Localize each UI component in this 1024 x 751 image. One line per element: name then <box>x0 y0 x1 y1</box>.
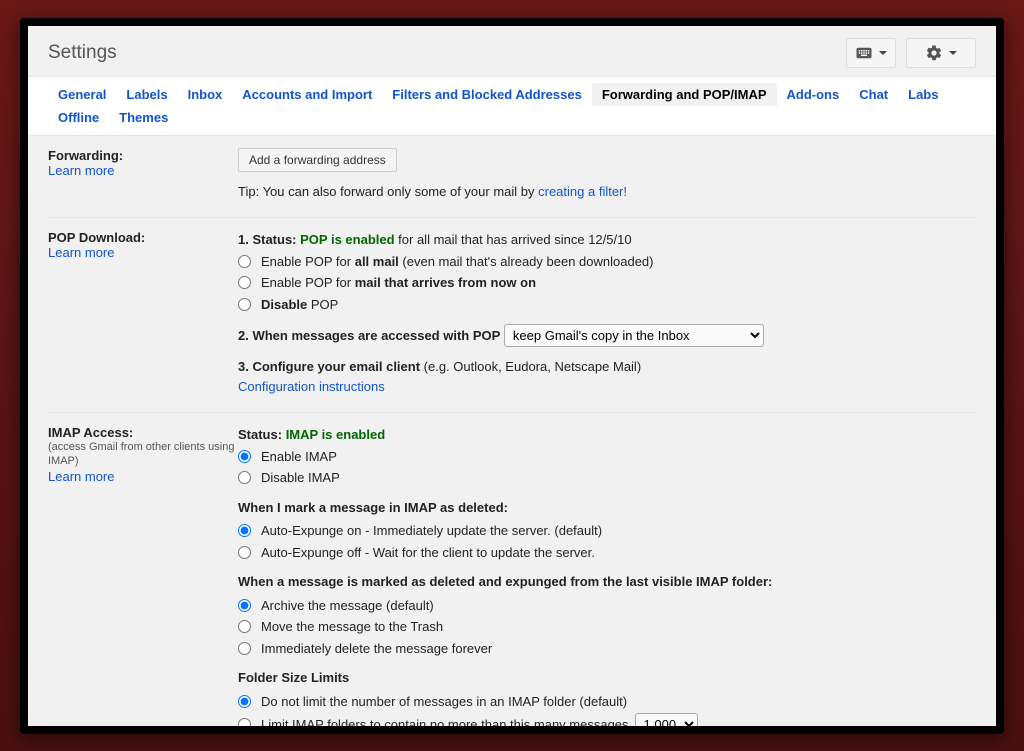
section-imap: IMAP Access: (access Gmail from other cl… <box>48 413 976 726</box>
imap-deleted-label: When I mark a message in IMAP as deleted… <box>238 498 976 518</box>
tab-forwarding-and-pop-imap[interactable]: Forwarding and POP/IMAP <box>592 83 777 106</box>
pop-accessed-select[interactable]: keep Gmail's copy in the Inbox <box>504 324 764 347</box>
pop-status-line: 1. Status: POP is enabled for all mail t… <box>238 230 976 250</box>
pop-heading: POP Download: <box>48 230 238 245</box>
tab-general[interactable]: General <box>48 83 116 106</box>
topbar: Settings <box>28 26 996 76</box>
pop-option-all-mail[interactable]: Enable POP for all mail (even mail that'… <box>238 252 976 272</box>
folder-radio-archive[interactable] <box>238 599 251 612</box>
limit-radio-none[interactable] <box>238 695 251 708</box>
tab-chat[interactable]: Chat <box>849 83 898 106</box>
imap-radio-disable[interactable] <box>238 471 251 484</box>
tab-labs[interactable]: Labs <box>898 83 948 106</box>
imap-folder-trash[interactable]: Move the message to the Trash <box>238 617 976 637</box>
tab-themes[interactable]: Themes <box>109 106 178 129</box>
imap-expunge-on[interactable]: Auto-Expunge on - Immediately update the… <box>238 521 976 541</box>
pop-option-disable[interactable]: Disable POP <box>238 295 976 315</box>
imap-heading: IMAP Access: <box>48 425 238 440</box>
imap-folder-label: When a message is marked as deleted and … <box>238 572 976 592</box>
creating-filter-link[interactable]: creating a filter! <box>538 184 627 199</box>
imap-limit-none[interactable]: Do not limit the number of messages in a… <box>238 692 976 712</box>
tab-offline[interactable]: Offline <box>48 106 109 129</box>
section-pop: POP Download: Learn more 1. Status: POP … <box>48 218 976 413</box>
tab-accounts-and-import[interactable]: Accounts and Import <box>232 83 382 106</box>
pop-radio-disable[interactable] <box>238 298 251 311</box>
pop-accessed-row: 2. When messages are accessed with POP k… <box>238 324 976 347</box>
limit-radio-count[interactable] <box>238 718 251 726</box>
imap-limit-select[interactable]: 1,000 <box>635 713 698 726</box>
tab-filters-and-blocked-addresses[interactable]: Filters and Blocked Addresses <box>382 83 592 106</box>
imap-folder-archive[interactable]: Archive the message (default) <box>238 596 976 616</box>
input-tools-dropdown[interactable] <box>846 38 896 68</box>
pop-option-from-now[interactable]: Enable POP for mail that arrives from no… <box>238 273 976 293</box>
keyboard-icon <box>855 44 873 62</box>
forwarding-learn-more-link[interactable]: Learn more <box>48 163 114 178</box>
settings-body: Forwarding: Learn more Add a forwarding … <box>28 136 996 726</box>
pop-configure-row: 3. Configure your email client (e.g. Out… <box>238 357 976 396</box>
configuration-instructions-link[interactable]: Configuration instructions <box>238 379 385 394</box>
folder-radio-delete[interactable] <box>238 642 251 655</box>
chevron-down-icon <box>949 51 957 55</box>
imap-status-line: Status: IMAP is enabled <box>238 425 976 445</box>
imap-option-enable[interactable]: Enable IMAP <box>238 447 976 467</box>
imap-option-disable[interactable]: Disable IMAP <box>238 468 976 488</box>
settings-dropdown[interactable] <box>906 38 976 68</box>
imap-learn-more-link[interactable]: Learn more <box>48 469 114 484</box>
expunge-radio-off[interactable] <box>238 546 251 559</box>
section-forwarding: Forwarding: Learn more Add a forwarding … <box>48 136 976 219</box>
imap-expunge-off[interactable]: Auto-Expunge off - Wait for the client t… <box>238 543 976 563</box>
folder-radio-trash[interactable] <box>238 620 251 633</box>
tab-labels[interactable]: Labels <box>116 83 177 106</box>
tab-add-ons[interactable]: Add-ons <box>777 83 850 106</box>
pop-learn-more-link[interactable]: Learn more <box>48 245 114 260</box>
page-title: Settings <box>48 42 836 64</box>
add-forwarding-address-button[interactable]: Add a forwarding address <box>238 148 397 172</box>
forwarding-heading: Forwarding: <box>48 148 238 163</box>
gear-icon <box>925 44 943 62</box>
tab-inbox[interactable]: Inbox <box>178 83 233 106</box>
chevron-down-icon <box>879 51 887 55</box>
pop-radio-now[interactable] <box>238 276 251 289</box>
pop-radio-all[interactable] <box>238 255 251 268</box>
imap-folder-delete[interactable]: Immediately delete the message forever <box>238 639 976 659</box>
imap-limit-count[interactable]: Limit IMAP folders to contain no more th… <box>238 713 976 726</box>
forwarding-tip: Tip: You can also forward only some of y… <box>238 182 976 202</box>
expunge-radio-on[interactable] <box>238 524 251 537</box>
imap-subheading: (access Gmail from other clients using I… <box>48 440 238 469</box>
settings-page: Settings GeneralLabelsInboxAccounts and … <box>28 26 996 726</box>
imap-radio-enable[interactable] <box>238 450 251 463</box>
imap-limits-label: Folder Size Limits <box>238 668 976 688</box>
tabs-bar: GeneralLabelsInboxAccounts and ImportFil… <box>28 76 996 136</box>
